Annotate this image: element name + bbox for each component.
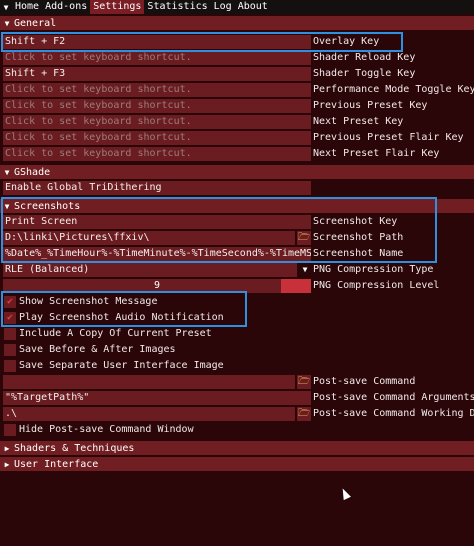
- next-preset-key-label: Next Preset Key: [313, 116, 404, 127]
- performance-mode-key-input[interactable]: Click to set keyboard shortcut.: [3, 83, 311, 97]
- post-save-dir-label: Post-save Command Working Dir: [313, 408, 474, 419]
- hide-window-row: Hide Post-save Command Window: [0, 423, 474, 437]
- screenshot-key-row: Print Screen Screenshot Key: [0, 215, 474, 229]
- menu-about[interactable]: About: [235, 0, 271, 14]
- audio-notification-row: ✔ Play Screenshot Audio Notification: [0, 311, 474, 325]
- screenshot-path-label: Screenshot Path: [313, 232, 404, 243]
- folder-icon[interactable]: 🗁: [297, 375, 311, 389]
- next-preset-flair-key-label: Next Preset Flair Key: [313, 148, 440, 159]
- post-save-dir-row: .\ 🗁 Post-save Command Working Dir: [0, 407, 474, 421]
- audio-notification-checkbox[interactable]: ✔: [4, 312, 16, 324]
- hide-window-checkbox[interactable]: [4, 424, 16, 436]
- menu-addons[interactable]: Add-ons: [42, 0, 90, 14]
- expanded-arrow-icon: ▼: [4, 18, 10, 28]
- expanded-arrow-icon: ▼: [4, 201, 10, 211]
- screenshot-name-row: %Date%_%TimeHour%-%TimeMinute%-%TimeSeco…: [0, 247, 474, 261]
- post-save-args-input[interactable]: "%TargetPath%": [3, 391, 311, 405]
- post-save-dir-input[interactable]: .\: [3, 407, 295, 421]
- chevron-down-icon[interactable]: ▼: [299, 263, 311, 277]
- hide-window-label: Hide Post-save Command Window: [19, 424, 194, 435]
- section-title: User Interface: [14, 458, 99, 470]
- png-compression-level-label: PNG Compression Level: [313, 280, 440, 291]
- audio-notification-label: Play Screenshot Audio Notification: [19, 312, 224, 323]
- section-shaders-header[interactable]: ▶ Shaders & Techniques: [0, 441, 474, 455]
- shader-toggle-key-label: Shader Toggle Key: [313, 68, 416, 79]
- post-save-args-row: "%TargetPath%" Post-save Command Argumen…: [0, 391, 474, 405]
- collapse-triangle-icon[interactable]: ▼: [0, 3, 12, 12]
- shader-toggle-key-row: Shift + F3 Shader Toggle Key: [0, 67, 474, 81]
- shader-toggle-key-input[interactable]: Shift + F3: [3, 67, 311, 81]
- png-compression-level-slider[interactable]: 9: [3, 279, 311, 293]
- section-title: General: [14, 17, 57, 29]
- include-preset-label: Include A Copy Of Current Preset: [19, 328, 212, 339]
- menu-log[interactable]: Log: [211, 0, 235, 14]
- include-preset-checkbox[interactable]: [4, 328, 16, 340]
- previous-preset-flair-key-input[interactable]: Click to set keyboard shortcut.: [3, 131, 311, 145]
- overlay-key-label: Overlay Key: [313, 36, 380, 47]
- menu-home[interactable]: Home: [12, 0, 42, 14]
- previous-preset-key-label: Previous Preset Key: [313, 100, 428, 111]
- png-compression-level-row: 9 PNG Compression Level: [0, 279, 474, 293]
- next-preset-key-input[interactable]: Click to set keyboard shortcut.: [3, 115, 311, 129]
- folder-icon[interactable]: 🗁: [297, 231, 311, 245]
- save-ui-image-label: Save Separate User Interface Image: [19, 360, 224, 371]
- next-preset-flair-key-row: Click to set keyboard shortcut. Next Pre…: [0, 147, 474, 161]
- section-screenshots-header[interactable]: ▼ Screenshots: [0, 199, 474, 213]
- performance-mode-key-label: Performance Mode Toggle Key: [313, 84, 474, 95]
- shader-reload-key-row: Click to set keyboard shortcut. Shader R…: [0, 51, 474, 65]
- slider-grab-handle[interactable]: [281, 279, 311, 293]
- performance-mode-key-row: Click to set keyboard shortcut. Performa…: [0, 83, 474, 97]
- overlay-key-input[interactable]: Shift + F2: [3, 35, 311, 49]
- mouse-cursor-icon: [339, 486, 351, 501]
- show-message-checkbox[interactable]: ✔: [4, 296, 16, 308]
- show-message-label: Show Screenshot Message: [19, 296, 158, 307]
- post-save-command-input[interactable]: [3, 375, 295, 389]
- shader-reload-key-label: Shader Reload Key: [313, 52, 416, 63]
- next-preset-flair-key-input[interactable]: Click to set keyboard shortcut.: [3, 147, 311, 161]
- shader-reload-key-input[interactable]: Click to set keyboard shortcut.: [3, 51, 311, 65]
- collapsed-arrow-icon: ▶: [4, 459, 10, 469]
- post-save-args-label: Post-save Command Arguments: [313, 392, 474, 403]
- screenshot-key-input[interactable]: Print Screen: [3, 215, 311, 229]
- previous-preset-key-row: Click to set keyboard shortcut. Previous…: [0, 99, 474, 113]
- section-general-header[interactable]: ▼ General: [0, 16, 474, 30]
- slider-value: 9: [153, 280, 161, 291]
- save-before-after-label: Save Before & After Images: [19, 344, 176, 355]
- next-preset-key-row: Click to set keyboard shortcut. Next Pre…: [0, 115, 474, 129]
- show-message-row: ✔ Show Screenshot Message: [0, 295, 474, 309]
- save-before-after-checkbox[interactable]: [4, 344, 16, 356]
- menu-statistics[interactable]: Statistics: [144, 0, 210, 14]
- menu-bar: ▼ Home Add-ons Settings Statistics Log A…: [0, 0, 474, 14]
- png-compression-type-row: RLE (Balanced) ▼ PNG Compression Type: [0, 263, 474, 277]
- previous-preset-flair-key-row: Click to set keyboard shortcut. Previous…: [0, 131, 474, 145]
- menu-settings[interactable]: Settings: [90, 0, 145, 14]
- screenshot-path-input[interactable]: D:\linki\Pictures\ffxiv\: [3, 231, 295, 245]
- collapsed-arrow-icon: ▶: [4, 443, 10, 453]
- save-ui-image-checkbox[interactable]: [4, 360, 16, 372]
- png-compression-type-select[interactable]: RLE (Balanced): [3, 263, 297, 277]
- previous-preset-key-input[interactable]: Click to set keyboard shortcut.: [3, 99, 311, 113]
- save-before-after-row: Save Before & After Images: [0, 343, 474, 357]
- png-compression-type-label: PNG Compression Type: [313, 264, 434, 275]
- section-title: Shaders & Techniques: [14, 442, 135, 454]
- screenshot-name-label: Screenshot Name: [313, 248, 404, 259]
- include-preset-row: Include A Copy Of Current Preset: [0, 327, 474, 341]
- post-save-command-label: Post-save Command: [313, 376, 416, 387]
- screenshot-name-input[interactable]: %Date%_%TimeHour%-%TimeMinute%-%TimeSeco…: [3, 247, 311, 261]
- folder-icon[interactable]: 🗁: [297, 407, 311, 421]
- section-user-interface-header[interactable]: ▶ User Interface: [0, 457, 474, 471]
- screenshot-key-label: Screenshot Key: [313, 216, 398, 227]
- section-gshade-header[interactable]: ▼ GShade: [0, 165, 474, 179]
- tridither-row: Enable Global TriDithering: [0, 181, 474, 195]
- expanded-arrow-icon: ▼: [4, 167, 10, 177]
- overlay-key-row: Shift + F2 Overlay Key: [0, 35, 474, 49]
- post-save-command-row: 🗁 Post-save Command: [0, 375, 474, 389]
- previous-preset-flair-key-label: Previous Preset Flair Key: [313, 132, 464, 143]
- section-title: GShade: [14, 166, 51, 178]
- save-ui-image-row: Save Separate User Interface Image: [0, 359, 474, 373]
- screenshot-path-row: D:\linki\Pictures\ffxiv\ 🗁 Screenshot Pa…: [0, 231, 474, 245]
- tridither-toggle[interactable]: Enable Global TriDithering: [3, 181, 311, 195]
- section-title: Screenshots: [14, 200, 81, 212]
